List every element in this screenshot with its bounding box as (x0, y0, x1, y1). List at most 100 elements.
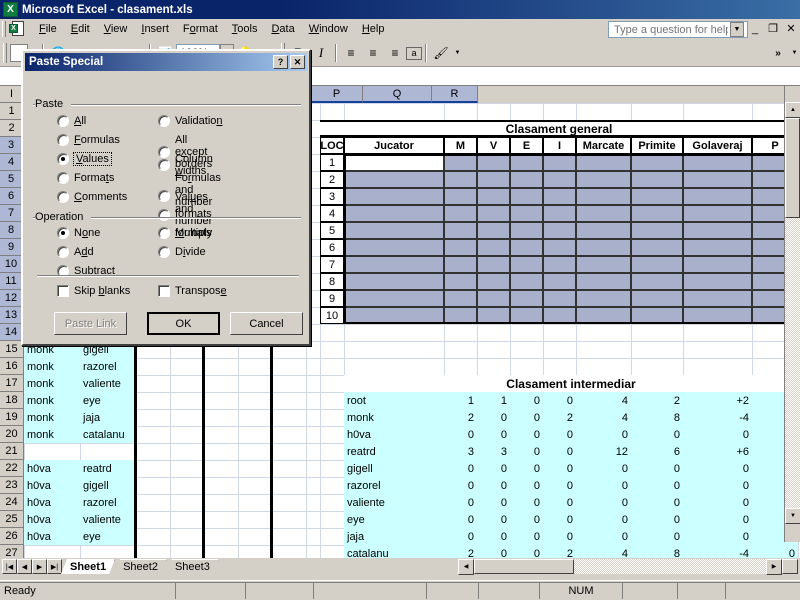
intermediar-value-6-2[interactable]: 0 (510, 494, 543, 511)
intermediar-value-3-0[interactable]: 3 (444, 443, 477, 460)
intermediar-value-8-3[interactable]: 0 (543, 528, 576, 545)
clasament-general-cell-4-4[interactable] (543, 222, 576, 239)
merge-cells-icon[interactable]: a (406, 46, 422, 60)
fill-color-dropdown-icon[interactable]: ▼ (452, 42, 463, 64)
menu-window[interactable]: Window (302, 20, 355, 38)
clasament-general-loc-9[interactable]: 10 (320, 307, 344, 324)
intermediar-value-4-5[interactable]: 0 (631, 460, 683, 477)
match-score3-21[interactable] (204, 443, 238, 460)
menu-help[interactable]: Help (355, 20, 392, 38)
clasament-general-cell-2-6[interactable] (631, 188, 683, 205)
next-sheet-icon[interactable]: ▶ (32, 559, 47, 574)
toolbar-options-icon[interactable]: ▼ (789, 42, 800, 64)
menu-file[interactable]: File (32, 20, 64, 38)
close-button[interactable]: ✕ (784, 22, 798, 35)
intermediar-value-2-3[interactable]: 0 (543, 426, 576, 443)
intermediar-player-1[interactable]: monk (344, 409, 444, 426)
intermediar-value-9-0[interactable]: 2 (444, 545, 477, 558)
scroll-right-icon[interactable]: ▶ (766, 558, 782, 575)
match-score1-19[interactable] (136, 409, 170, 426)
clasament-general-cell-2-3[interactable] (510, 188, 543, 205)
match-score1-23[interactable] (136, 477, 170, 494)
radio-comments-icon[interactable] (57, 191, 69, 203)
clasament-general-cell-0-0[interactable] (344, 154, 444, 171)
intermediar-value-4-6[interactable]: 0 (683, 460, 752, 477)
match-player1-21[interactable] (24, 443, 80, 460)
clasament-general-cell-5-6[interactable] (631, 239, 683, 256)
clasament-general-cell-4-5[interactable] (576, 222, 631, 239)
clasament-general-cell-0-3[interactable] (510, 154, 543, 171)
row-header-22[interactable]: 22 (0, 460, 24, 477)
minimize-button[interactable]: _ (748, 23, 762, 35)
match-score2-22[interactable] (170, 460, 204, 477)
match-player1-24[interactable]: h0va (24, 494, 80, 511)
clasament-general-cell-7-3[interactable] (510, 273, 543, 290)
intermediar-player-4[interactable]: gigell (344, 460, 444, 477)
intermediar-value-7-5[interactable]: 0 (631, 511, 683, 528)
clasament-general-cell-8-2[interactable] (477, 290, 510, 307)
clasament-general-loc-0[interactable]: 1 (320, 154, 344, 171)
match-score3-16[interactable] (204, 358, 238, 375)
sheet-tab-1[interactable]: Sheet1 (61, 559, 115, 574)
intermediar-value-4-0[interactable]: 0 (444, 460, 477, 477)
match-player1-23[interactable]: h0va (24, 477, 80, 494)
intermediar-value-3-4[interactable]: 12 (576, 443, 631, 460)
clasament-general-cell-1-3[interactable] (510, 171, 543, 188)
intermediar-value-2-6[interactable]: 0 (683, 426, 752, 443)
match-score3-17[interactable] (204, 375, 238, 392)
match-score2-17[interactable] (170, 375, 204, 392)
intermediar-value-4-3[interactable]: 0 (543, 460, 576, 477)
row-header-21[interactable]: 21 (0, 443, 24, 460)
clasament-general-cell-8-6[interactable] (631, 290, 683, 307)
match-player2-16[interactable]: razorel (80, 358, 136, 375)
clasament-general-cell-4-2[interactable] (477, 222, 510, 239)
match-score1-25[interactable] (136, 511, 170, 528)
match-score1-24[interactable] (136, 494, 170, 511)
radio-add-icon[interactable] (57, 246, 69, 258)
intermediar-value-2-2[interactable]: 0 (510, 426, 543, 443)
intermediar-value-8-2[interactable]: 0 (510, 528, 543, 545)
clasament-general-cell-5-4[interactable] (543, 239, 576, 256)
clasament-general-cell-3-4[interactable] (543, 205, 576, 222)
radio-none-icon[interactable] (57, 227, 69, 239)
clasament-general-cell-2-1[interactable] (444, 188, 477, 205)
vscroll-thumb[interactable] (785, 118, 800, 218)
match-score3-18[interactable] (204, 392, 238, 409)
paste-radio-formats[interactable]: Formats (57, 172, 114, 184)
match-score2-18[interactable] (170, 392, 204, 409)
clasament-general-cell-8-0[interactable] (344, 290, 444, 307)
match-player2-20[interactable]: catalanu (80, 426, 136, 443)
match-score4-20[interactable] (238, 426, 272, 443)
dialog-help-icon[interactable]: ? (273, 55, 288, 69)
intermediar-value-1-2[interactable]: 0 (510, 409, 543, 426)
transpose-checkbox-icon[interactable] (158, 285, 170, 297)
intermediar-value-7-4[interactable]: 0 (576, 511, 631, 528)
operation-radio-multiply[interactable]: Multiply (158, 227, 212, 239)
intermediar-value-6-0[interactable]: 0 (444, 494, 477, 511)
match-score1-18[interactable] (136, 392, 170, 409)
intermediar-player-7[interactable]: eye (344, 511, 444, 528)
match-player2-17[interactable]: valiente (80, 375, 136, 392)
intermediar-player-9[interactable]: catalanu (344, 545, 444, 558)
clasament-general-cell-9-1[interactable] (444, 307, 477, 324)
intermediar-value-7-0[interactable]: 0 (444, 511, 477, 528)
prev-sheet-icon[interactable]: ◀ (17, 559, 32, 574)
intermediar-value-5-4[interactable]: 0 (576, 477, 631, 494)
intermediar-value-9-7[interactable]: 0 (752, 545, 798, 558)
clasament-general-cell-3-2[interactable] (477, 205, 510, 222)
hscroll-track[interactable] (574, 559, 766, 574)
align-left-icon[interactable]: ≡ (340, 42, 362, 64)
clasament-general-cell-7-1[interactable] (444, 273, 477, 290)
clasament-general-cell-6-4[interactable] (543, 256, 576, 273)
clasament-general-cell-8-7[interactable] (683, 290, 752, 307)
paste-radio-all[interactable]: All (57, 115, 86, 127)
clasament-general-loc-4[interactable]: 5 (320, 222, 344, 239)
column-header-P[interactable]: P (311, 86, 363, 103)
intermediar-value-8-0[interactable]: 0 (444, 528, 477, 545)
match-score3-22[interactable] (204, 460, 238, 477)
clasament-general-cell-3-1[interactable] (444, 205, 477, 222)
clasament-general-cell-9-4[interactable] (543, 307, 576, 324)
clasament-general-cell-5-0[interactable] (344, 239, 444, 256)
intermediar-value-9-2[interactable]: 0 (510, 545, 543, 558)
intermediar-value-1-4[interactable]: 4 (576, 409, 631, 426)
